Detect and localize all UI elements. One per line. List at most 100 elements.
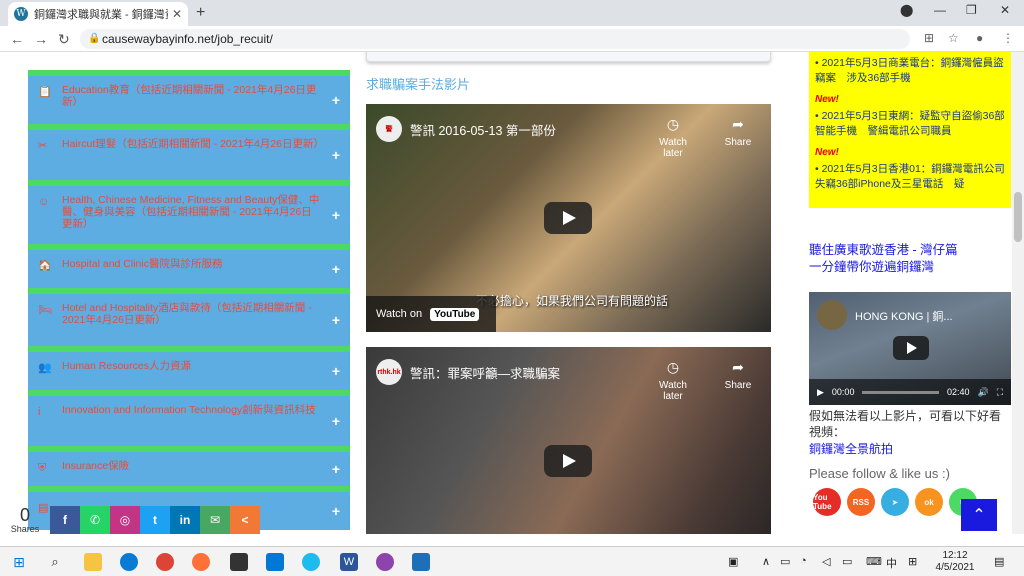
reload-icon[interactable]: ↻ xyxy=(58,31,70,48)
youtube-follow-icon[interactable]: You Tube xyxy=(813,488,841,516)
bed-icon: 🛏 xyxy=(38,304,52,316)
sidebar-video-player[interactable]: HONG KONG | 銅... ▶ 00:00 02:40 🔊 ⛶ xyxy=(809,292,1011,405)
share-button[interactable]: ➦ Share xyxy=(720,359,756,391)
expand-plus-icon[interactable]: + xyxy=(332,262,340,276)
panorama-link[interactable]: 銅鑼灣全景航拍 xyxy=(809,440,893,457)
video-title[interactable]: HONG KONG | 銅... xyxy=(855,308,953,324)
video-title[interactable]: 警訊 2016-05-13 第一部份 xyxy=(410,120,556,139)
chrome-icon[interactable] xyxy=(156,553,174,571)
category-haircut[interactable]: ✂ Haircut理髮（包括近期相關新聞 - 2021年4月26日更新） + xyxy=(28,124,350,180)
linkedin-share-icon[interactable]: in xyxy=(170,506,200,534)
mail-icon[interactable] xyxy=(266,553,284,571)
photos-icon[interactable] xyxy=(412,553,430,571)
category-insurance[interactable]: ⛨ Insurance保險 + xyxy=(28,446,350,486)
category-hospital[interactable]: 🏠 Hospital and Clinic醫院與診所服務 + xyxy=(28,244,350,288)
store-icon[interactable] xyxy=(230,553,248,571)
channel-avatar[interactable]: 警 xyxy=(376,116,402,142)
video-title[interactable]: 警訊：罪案呼籲—求職騙案 xyxy=(410,363,560,382)
email-share-icon[interactable]: ✉ xyxy=(200,506,230,534)
bookmark-star-icon[interactable]: ☆ xyxy=(948,31,959,45)
whatsapp-share-icon[interactable]: ✆ xyxy=(80,506,110,534)
more-share-icon[interactable]: < xyxy=(230,506,260,534)
minimize-icon[interactable]: — xyxy=(934,3,946,17)
system-clock[interactable]: 12:12 4/5/2021 xyxy=(928,550,982,574)
rss-icon[interactable]: RSS xyxy=(847,488,875,516)
close-window-icon[interactable]: ✕ xyxy=(1000,3,1010,17)
play-button[interactable] xyxy=(544,445,592,477)
wifi-icon[interactable]: ◔ xyxy=(800,555,807,567)
translate-icon[interactable]: ⊞ xyxy=(924,31,934,45)
category-health[interactable]: ☺ Health, Chinese Medicine, Fitness and … xyxy=(28,180,350,244)
firefox-icon[interactable] xyxy=(192,553,210,571)
page-scrollbar[interactable] xyxy=(1012,52,1024,534)
video-player-2[interactable]: rthk.hk 警訊：罪案呼籲—求職騙案 ◷ Watch later ➦ Share xyxy=(366,347,771,534)
play-button[interactable] xyxy=(544,202,592,234)
expand-plus-icon[interactable]: + xyxy=(332,148,340,162)
progress-bar[interactable] xyxy=(862,390,939,394)
category-human-resources[interactable]: 👥 Human Resources人力資源 + xyxy=(28,346,350,390)
file-explorer-icon[interactable] xyxy=(84,553,102,571)
category-hotel[interactable]: 🛏 Hotel and Hospitality酒店與款待（包括近期相關新聞 - … xyxy=(28,288,350,346)
expand-plus-icon[interactable]: + xyxy=(332,462,340,476)
news-item[interactable]: • 2021年5月3日東網：疑監守自盜偷36部智能手機 警緝電訊公司職員 xyxy=(815,109,1005,139)
back-to-top-button[interactable]: ⌃ xyxy=(961,499,997,531)
news-item[interactable]: • 2021年5月3日商業電台：銅鑼灣僱員盜竊案 涉及36部手機 xyxy=(815,56,1005,86)
category-education[interactable]: 📋 Education教育（包括近期相關新聞 - 2021年4月26日更新） + xyxy=(28,70,350,124)
url-field[interactable]: 🔒 causewaybayinfo.net/job_recuit/ xyxy=(80,29,910,49)
twitter-share-icon[interactable]: t xyxy=(140,506,170,534)
channel-avatar[interactable]: rthk.hk xyxy=(376,359,402,385)
browser-tab-strip: W 銅鑼灣求職與就業 - 銅鑼灣資訊 ✕ + ⬤ — ❐ ✕ xyxy=(0,0,1024,26)
input-language[interactable]: 中 xyxy=(886,555,897,571)
forward-icon[interactable]: → xyxy=(34,31,48,47)
paint-icon[interactable] xyxy=(376,553,394,571)
network-icon[interactable]: ▭ xyxy=(780,555,790,568)
menu-icon[interactable]: ⋮ xyxy=(1002,31,1014,45)
new-tab-button[interactable]: + xyxy=(196,4,205,22)
word-icon[interactable]: W xyxy=(340,553,358,571)
share-button[interactable]: ➦ Share xyxy=(720,116,756,148)
category-innovation[interactable]: i Innovation and Information Technology創… xyxy=(28,390,350,446)
fullscreen-icon[interactable]: ⛶ xyxy=(997,387,1003,398)
notification-icon[interactable]: ▤ xyxy=(994,555,1004,568)
ime-icon[interactable]: ⊞ xyxy=(908,555,917,568)
volume-icon[interactable]: 🔊 xyxy=(977,387,988,398)
news-item[interactable]: • 2021年5月3日香港01：銅鑼灣電訊公司失竊36部iPhone及三星電話 … xyxy=(815,162,1005,192)
expand-plus-icon[interactable]: + xyxy=(332,364,340,378)
search-icon[interactable]: ⌕ xyxy=(46,553,64,571)
facebook-share-icon[interactable]: f xyxy=(50,506,80,534)
play-icon[interactable]: ▶ xyxy=(817,387,824,398)
watch-on-youtube-button[interactable]: Watch on YouTube xyxy=(366,296,496,332)
keyboard-icon[interactable]: ⌨ xyxy=(866,555,882,568)
odnoklassniki-icon[interactable]: ok xyxy=(915,488,943,516)
windows-start-icon[interactable]: ⊞ xyxy=(10,553,28,571)
restore-icon[interactable]: ❐ xyxy=(966,3,977,17)
telegram-icon[interactable]: ➤ xyxy=(881,488,909,516)
profile-icon[interactable]: ● xyxy=(976,31,983,45)
browser-tab[interactable]: W 銅鑼灣求職與就業 - 銅鑼灣資訊 ✕ xyxy=(8,2,188,26)
scrollbar-thumb[interactable] xyxy=(1014,192,1022,242)
promo-line[interactable]: 一分鐘帶你遊遍銅鑼灣 xyxy=(809,259,958,276)
expand-plus-icon[interactable]: + xyxy=(332,93,340,107)
promo-links[interactable]: 聽住廣東歌遊香港 - 灣仔篇 一分鐘帶你遊遍銅鑼灣 xyxy=(809,242,958,276)
video-player-1[interactable]: 警 警訊 2016-05-13 第一部份 ◷ Watch later ➦ Share… xyxy=(366,104,771,332)
ie-icon[interactable] xyxy=(302,553,320,571)
instagram-share-icon[interactable]: ◎ xyxy=(110,506,140,534)
show-hidden-icons[interactable]: ∧ xyxy=(762,555,770,568)
expand-plus-icon[interactable]: + xyxy=(332,313,340,327)
volume-tray-icon[interactable]: ◁ xyxy=(822,555,830,568)
expand-plus-icon[interactable]: + xyxy=(332,504,340,518)
new-badge: New! xyxy=(815,147,839,158)
tray-app-icon[interactable]: ▣ xyxy=(728,555,738,568)
battery-icon[interactable]: ▭ xyxy=(842,555,852,568)
expand-plus-icon[interactable]: + xyxy=(332,208,340,222)
play-button[interactable] xyxy=(893,336,929,360)
back-icon[interactable]: ← xyxy=(10,31,24,47)
expand-plus-icon[interactable]: + xyxy=(332,414,340,428)
channel-avatar[interactable] xyxy=(817,300,847,330)
edge-icon[interactable] xyxy=(120,553,138,571)
watch-later-button[interactable]: ◷ Watch later xyxy=(648,116,698,159)
profile-menu-icon[interactable]: ⬤ xyxy=(900,3,913,17)
watch-later-button[interactable]: ◷ Watch later xyxy=(648,359,698,402)
close-tab-icon[interactable]: ✕ xyxy=(172,7,182,21)
promo-line[interactable]: 聽住廣東歌遊香港 - 灣仔篇 xyxy=(809,242,958,259)
